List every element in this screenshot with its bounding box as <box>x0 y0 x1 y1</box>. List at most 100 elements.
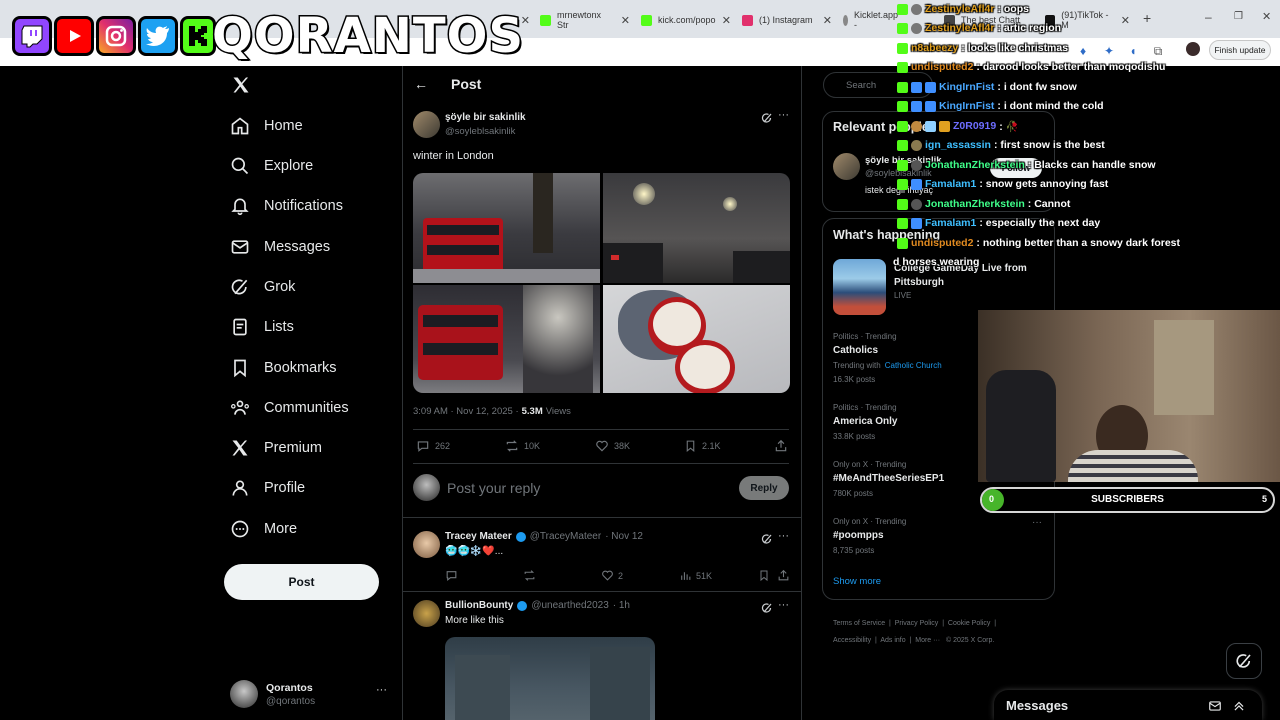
reply-timestamp[interactable]: · Nov 12 <box>605 531 643 542</box>
avatar[interactable] <box>413 111 440 138</box>
trend-name[interactable]: #poompps <box>833 530 884 541</box>
footer-link[interactable]: Ads info <box>880 637 905 644</box>
show-more-link[interactable]: Show more <box>833 576 881 587</box>
reply-photo[interactable] <box>445 637 655 720</box>
chat-text: d horses wearing <box>893 256 980 268</box>
browser-tab[interactable]: (1) Instagram ✕ <box>742 8 832 32</box>
avatar[interactable] <box>413 600 440 627</box>
back-arrow-icon[interactable]: ← <box>414 76 428 92</box>
grok-icon[interactable] <box>761 532 773 550</box>
x-logo-icon[interactable] <box>231 75 251 100</box>
trend-name[interactable]: America Only <box>833 416 897 427</box>
restore-button[interactable]: ❐ <box>1234 11 1243 22</box>
comment-icon[interactable] <box>445 569 458 587</box>
browser-tab[interactable]: kick.com/popo ✕ <box>641 8 731 32</box>
reply-action[interactable]: 262 <box>416 439 450 453</box>
chevron-up-icon[interactable] <box>1232 699 1246 718</box>
profile-avatar[interactable] <box>1186 42 1200 56</box>
reply-author-name[interactable]: BullionBounty <box>445 600 513 611</box>
extensions-puzzle-icon[interactable]: ⧉ <box>1151 44 1165 58</box>
close-icon[interactable]: ✕ <box>1121 14 1130 27</box>
nav-communities[interactable]: Communities <box>230 392 349 424</box>
chat-message: ign_assassin: first snow is the best <box>897 137 1105 153</box>
avatar[interactable] <box>833 153 860 180</box>
new-message-icon[interactable] <box>1208 699 1222 718</box>
post-photo[interactable] <box>603 285 790 393</box>
more-icon[interactable]: ··· <box>778 109 789 121</box>
browser-tab[interactable]: Kicklet.app - <box>843 8 898 32</box>
post-photo[interactable] <box>603 173 790 283</box>
reply-timestamp[interactable]: · 1h <box>613 600 630 611</box>
reply-author-handle[interactable]: @TraceyMateer <box>530 531 601 542</box>
audio-icon[interactable]: ◖ <box>1126 44 1140 58</box>
avatar[interactable] <box>413 531 440 558</box>
nav-bookmarks[interactable]: Bookmarks <box>230 352 337 384</box>
post-timestamp[interactable]: 3:09 AM · Nov 12, 2025 · <box>413 406 519 417</box>
chat-username: JonathanZherkstein <box>925 159 1025 171</box>
nav-lists[interactable]: Lists <box>230 311 294 343</box>
new-tab-button[interactable]: + <box>1143 10 1151 26</box>
author-name[interactable]: şöyle bir sakinlik <box>445 112 526 123</box>
sub-badge-icon <box>925 81 936 93</box>
event-thumbnail[interactable] <box>833 259 886 315</box>
post-photo[interactable] <box>413 173 600 283</box>
grok-floating-button[interactable] <box>1226 643 1262 679</box>
repost-action[interactable]: 10K <box>505 439 540 453</box>
person-icon <box>232 480 248 496</box>
views-action[interactable]: 51K <box>679 569 712 582</box>
more-icon[interactable]: ··· <box>1032 517 1042 528</box>
kick-badge-icon <box>897 120 908 132</box>
share-icon[interactable] <box>777 569 790 587</box>
reply-input[interactable]: Post your reply <box>447 480 540 496</box>
like-action[interactable]: 2 <box>601 569 623 582</box>
footer-link[interactable]: Privacy Policy <box>895 620 939 627</box>
bookmark-icon[interactable] <box>758 569 770 587</box>
extension-icon[interactable]: ✦ <box>1102 44 1116 58</box>
more-icon[interactable]: ··· <box>778 530 789 542</box>
author-handle[interactable]: @soyleblsakinlik <box>445 126 515 137</box>
nav-profile[interactable]: Profile <box>230 472 305 504</box>
close-icon[interactable]: ✕ <box>823 14 832 27</box>
chat-text: : especially the next day <box>979 217 1101 229</box>
footer-link[interactable]: Accessibility <box>833 637 871 644</box>
reply-author-name[interactable]: Tracey Mateer <box>445 531 512 542</box>
more-icon[interactable]: ··· <box>376 684 387 696</box>
repost-icon[interactable] <box>523 569 536 587</box>
bookmark-action[interactable]: 2.1K <box>684 439 721 453</box>
window-close-button[interactable]: ✕ <box>1262 10 1271 23</box>
finish-update-button[interactable]: Finish update <box>1209 40 1271 60</box>
close-icon[interactable]: ✕ <box>722 14 731 27</box>
browser-tab[interactable]: mrnewtonx Str ✕ <box>540 8 630 32</box>
chat-username: KingIrnFist <box>939 81 995 93</box>
minimize-button[interactable]: – <box>1205 10 1212 24</box>
nav-notifications[interactable]: Notifications <box>230 190 343 222</box>
nav-grok[interactable]: Grok <box>230 271 295 303</box>
footer-link[interactable]: More ··· <box>915 637 940 644</box>
nav-messages[interactable]: Messages <box>230 231 330 263</box>
nav-more[interactable]: More <box>230 513 297 545</box>
reply-button[interactable]: Reply <box>739 476 789 500</box>
chat-text: : Cannot <box>1027 198 1071 210</box>
trend-name[interactable]: #MeAndTheeSeriesEP1 <box>833 473 944 484</box>
close-icon[interactable]: ✕ <box>621 14 630 27</box>
nav-home[interactable]: Home <box>230 110 303 142</box>
account-switcher[interactable]: Qorantos @qorantos ··· <box>230 678 390 712</box>
like-action[interactable]: 38K <box>595 439 630 453</box>
share-icon[interactable] <box>774 439 788 458</box>
grok-icon[interactable] <box>761 111 773 129</box>
more-icon[interactable]: ··· <box>778 599 789 611</box>
post-photo[interactable] <box>413 285 600 393</box>
footer-link[interactable]: Cookie Policy <box>948 620 990 627</box>
trend-related-link[interactable]: Catholic Church <box>885 361 942 370</box>
clock-tower-shape <box>533 173 553 253</box>
messages-drawer[interactable]: Messages <box>994 690 1262 720</box>
post-button[interactable]: Post <box>224 564 379 600</box>
grok-icon[interactable] <box>761 601 773 619</box>
nav-premium[interactable]: Premium <box>230 432 322 464</box>
trend-name[interactable]: Catholics <box>833 345 878 356</box>
footer-link[interactable]: Terms of Service <box>833 620 885 627</box>
reply-author-handle[interactable]: @unearthed2023 <box>531 600 608 611</box>
extension-icon[interactable]: ♦ <box>1076 44 1090 58</box>
nav-explore[interactable]: Explore <box>230 150 313 182</box>
trend-category: Politics · Trending <box>833 403 897 412</box>
